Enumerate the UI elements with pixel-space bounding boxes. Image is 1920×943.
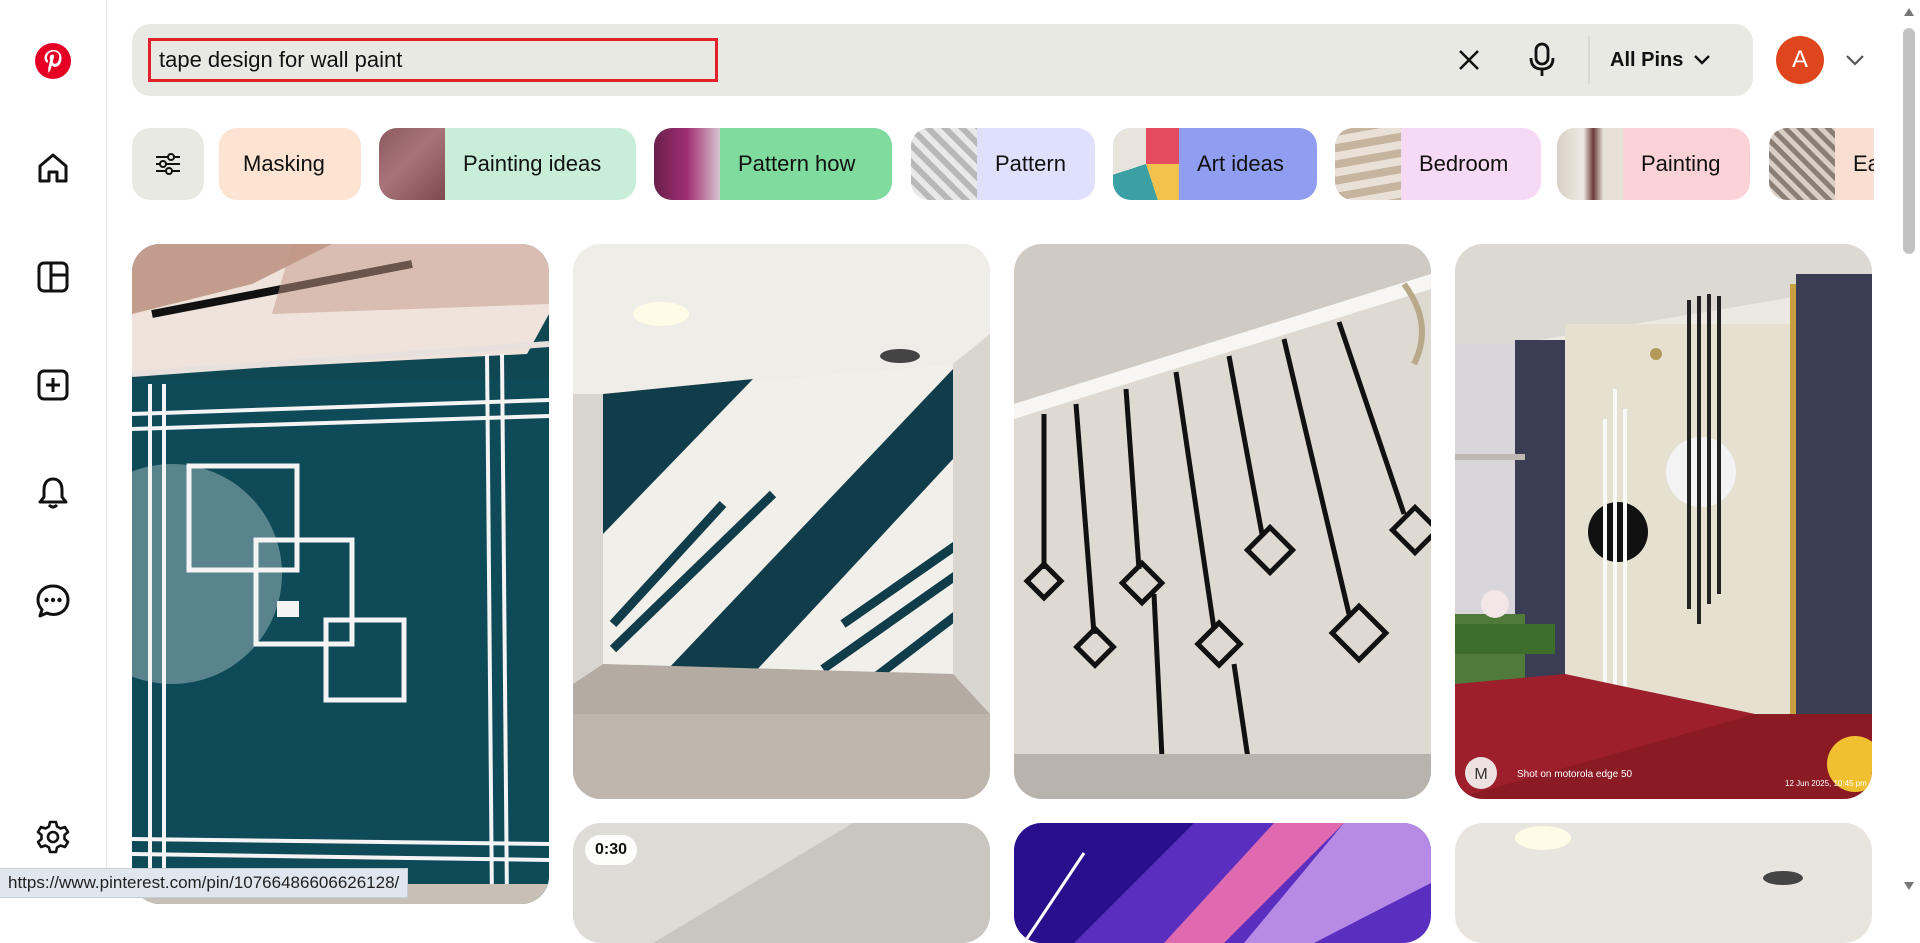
chip-label: Bedroom bbox=[1419, 151, 1509, 176]
chip-masking[interactable]: Masking bbox=[219, 128, 361, 200]
pin-scope-dropdown[interactable]: All Pins bbox=[1610, 42, 1711, 78]
close-icon bbox=[1459, 50, 1479, 70]
pin-image bbox=[132, 244, 549, 904]
chip-thumbnail bbox=[1335, 128, 1401, 200]
chevron-down-icon bbox=[1846, 55, 1864, 66]
clear-search-button[interactable] bbox=[1447, 38, 1491, 82]
camera-watermark: Shot on motorola edge 50 bbox=[1517, 769, 1633, 780]
pinterest-logo-icon bbox=[35, 43, 71, 79]
chip-thumbnail bbox=[654, 128, 720, 200]
page-scrollbar[interactable] bbox=[1898, 0, 1920, 898]
scroll-down-icon[interactable] bbox=[1903, 880, 1915, 892]
scrollbar-thumb[interactable] bbox=[1903, 28, 1915, 254]
chip-ea[interactable]: Ea bbox=[1769, 128, 1874, 200]
svg-text:M: M bbox=[1474, 766, 1487, 783]
home-icon bbox=[38, 153, 68, 183]
pin-image bbox=[1014, 244, 1431, 799]
nav-messages[interactable] bbox=[28, 576, 78, 626]
search-divider bbox=[1588, 36, 1590, 84]
nav-create[interactable] bbox=[28, 360, 78, 410]
pinterest-logo[interactable] bbox=[28, 36, 78, 86]
chip-label: Art ideas bbox=[1197, 151, 1284, 176]
pin-teal-square-tape[interactable] bbox=[132, 244, 549, 904]
gear-icon bbox=[36, 820, 70, 854]
pin-video[interactable]: 0:30 bbox=[573, 823, 990, 943]
chip-label: Painting bbox=[1641, 151, 1721, 176]
scroll-up-icon[interactable] bbox=[1903, 6, 1915, 18]
chip-painting-ideas[interactable]: Painting ideas bbox=[379, 128, 636, 200]
nav-boards[interactable] bbox=[28, 252, 78, 302]
pin-diagonal-stripes[interactable] bbox=[573, 244, 990, 799]
pin-image bbox=[573, 244, 990, 799]
create-icon bbox=[37, 369, 69, 401]
pin-image bbox=[1455, 823, 1872, 943]
photo-timestamp: 12 Jun 2025, 10:45 pm bbox=[1785, 779, 1867, 788]
chip-thumbnail bbox=[379, 128, 445, 200]
pin-image: M Shot on motorola edge 50 12 Jun 2025, … bbox=[1455, 244, 1872, 799]
chip-label: Ea bbox=[1853, 151, 1874, 176]
chip-label: Pattern how bbox=[738, 151, 856, 176]
pin-scope-label: All Pins bbox=[1610, 48, 1684, 71]
nav-settings[interactable] bbox=[28, 812, 78, 862]
search-bar: tape design for wall paint All Pins bbox=[132, 24, 1753, 96]
nav-home[interactable] bbox=[28, 143, 78, 193]
chip-pattern[interactable]: Pattern bbox=[911, 128, 1095, 200]
pin-image bbox=[573, 823, 990, 943]
microphone-icon bbox=[1529, 42, 1555, 76]
voice-search-button[interactable] bbox=[1520, 36, 1564, 84]
video-duration-badge: 0:30 bbox=[585, 835, 638, 865]
status-bar-url: https://www.pinterest.com/pin/1076648660… bbox=[0, 868, 409, 898]
chip-label: Painting ideas bbox=[463, 151, 602, 176]
boards-icon bbox=[37, 261, 69, 293]
chip-thumbnail bbox=[1113, 128, 1179, 200]
chip-painting[interactable]: Painting bbox=[1557, 128, 1750, 200]
search-input[interactable]: tape design for wall paint bbox=[148, 38, 718, 82]
chip-art-ideas[interactable]: Art ideas bbox=[1113, 128, 1317, 200]
chip-pattern-how[interactable]: Pattern how bbox=[654, 128, 892, 200]
chip-label: Pattern bbox=[995, 151, 1066, 176]
guide-chips: Masking Painting ideas Pattern how Patte… bbox=[132, 128, 1874, 202]
left-nav-rail bbox=[0, 0, 107, 898]
chip-thumbnail bbox=[1557, 128, 1623, 200]
bell-icon bbox=[38, 477, 68, 509]
pin-image bbox=[1014, 823, 1431, 943]
account-menu-button[interactable] bbox=[1843, 50, 1867, 70]
chat-icon bbox=[36, 584, 70, 618]
chip-thumbnail bbox=[911, 128, 977, 200]
chip-thumbnail bbox=[1769, 128, 1835, 200]
pin-ceiling-light[interactable] bbox=[1455, 823, 1872, 943]
nav-notifications[interactable] bbox=[28, 468, 78, 518]
filter-sliders-icon bbox=[156, 153, 180, 175]
chevron-down-icon bbox=[1694, 55, 1711, 65]
avatar[interactable]: A bbox=[1776, 36, 1824, 84]
filter-button[interactable] bbox=[132, 128, 204, 200]
chip-label: Masking bbox=[243, 151, 325, 176]
pin-hanging-diamonds[interactable] bbox=[1014, 244, 1431, 799]
pin-circles-lines[interactable]: M Shot on motorola edge 50 12 Jun 2025, … bbox=[1455, 244, 1872, 799]
pin-purple-ceiling[interactable] bbox=[1014, 823, 1431, 943]
chip-bedroom[interactable]: Bedroom bbox=[1335, 128, 1541, 200]
